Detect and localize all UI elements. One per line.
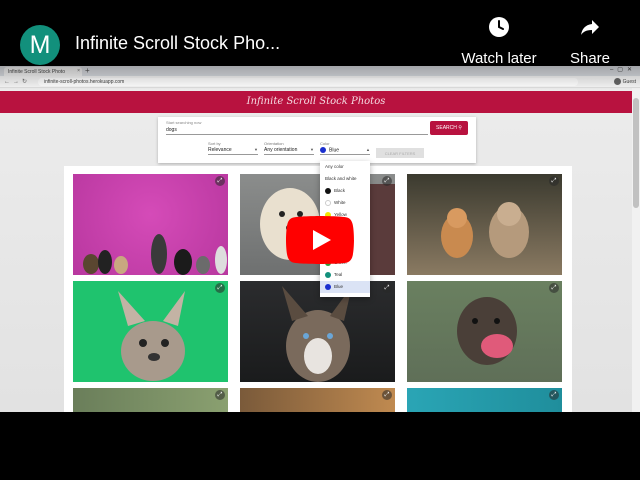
color-option[interactable]: White (320, 197, 370, 209)
expand-icon[interactable]: ⤢ (215, 390, 225, 400)
color-option-label: Blue (334, 284, 344, 290)
photo-dog-teal-sky[interactable]: ⤢ (407, 388, 562, 412)
share-button[interactable]: Share (563, 15, 617, 67)
expand-icon[interactable]: ⤢ (549, 176, 559, 186)
color-option-label: Black (334, 188, 346, 194)
new-tab-icon[interactable]: + (85, 66, 90, 75)
search-card: Start searching now SEARCH ⚲ Sort by Rel… (158, 117, 476, 163)
photo-husky[interactable]: ⤢ (240, 281, 395, 382)
color-swatch-icon (325, 272, 331, 278)
profile-avatar-icon (613, 78, 621, 85)
video-title[interactable]: Infinite Scroll Stock Pho... (75, 33, 280, 54)
browser-tab[interactable]: Infinite Scroll Stock Photo × (4, 67, 82, 76)
photo-dog-outdoors[interactable]: ⤢ (73, 388, 228, 412)
photo-dogs-on-pink[interactable]: ⤢ (73, 174, 228, 275)
site-title: Infinite Scroll Stock Photos (246, 96, 386, 107)
chevron-up-icon: ▲ (366, 147, 370, 152)
scroll-thumb[interactable] (633, 98, 639, 208)
watch-later-button[interactable]: Watch later (455, 15, 543, 67)
color-value: Blue (329, 147, 340, 154)
photo-dog-sunlit[interactable]: ⤢ (240, 388, 395, 412)
expand-icon[interactable]: ⤢ (215, 176, 225, 186)
dog-illustration (457, 297, 517, 365)
sort-select[interactable]: Sort by Relevance ▼ (208, 141, 258, 155)
dogs-illustration (441, 202, 529, 258)
color-select[interactable]: Color Blue ▲ (320, 141, 370, 156)
sort-value: Relevance (208, 147, 232, 153)
color-swatch-icon (325, 200, 331, 206)
channel-avatar[interactable]: M (20, 25, 60, 65)
dogs-illustration (83, 234, 227, 275)
search-button-label: SEARCH (436, 125, 457, 131)
color-option[interactable]: Black (320, 185, 370, 197)
url-text: infinite-scroll-photos.herokuapp.com (44, 79, 125, 85)
browser-tab-strip: Infinite Scroll Stock Photo × + –▢✕ (0, 66, 640, 76)
browser-nav-icons[interactable]: ←→↻ (4, 78, 30, 85)
page-scrollbar[interactable] (632, 88, 640, 412)
orientation-value: Any orientation (264, 147, 298, 153)
color-swatch-icon (320, 147, 326, 153)
window-controls-icon[interactable]: –▢✕ (610, 66, 636, 73)
profile-button[interactable]: Guest (613, 78, 636, 85)
search-button[interactable]: SEARCH ⚲ (430, 121, 468, 135)
photo-french-bulldog[interactable]: ⤢ (73, 281, 228, 382)
color-option-label: Black and white (325, 176, 357, 181)
photo-labrador[interactable]: ⤢ (407, 281, 562, 382)
clock-icon (489, 17, 509, 37)
photo-corgi-and-terrier[interactable]: ⤢ (407, 174, 562, 275)
watch-later-label: Watch later (461, 50, 537, 67)
color-option[interactable]: Black and white (320, 173, 370, 185)
expand-icon[interactable]: ⤢ (382, 283, 392, 293)
photo-grid: ⤢ ⤢ ⤢ ⤢ ⤢ ⤢ ⤢ ⤢ ⤢ (64, 166, 572, 412)
dog-illustration (282, 286, 352, 382)
chevron-down-icon: ▼ (254, 147, 258, 152)
chevron-down-icon: ▼ (310, 147, 314, 152)
color-option-label: Any color (325, 164, 344, 169)
search-input[interactable] (166, 125, 428, 135)
dog-illustration (118, 291, 185, 381)
color-option[interactable]: Blue (320, 281, 370, 293)
color-option-label: White (334, 200, 346, 206)
expand-icon[interactable]: ⤢ (215, 283, 225, 293)
color-swatch-icon (325, 284, 331, 290)
share-label: Share (569, 50, 611, 67)
expand-icon[interactable]: ⤢ (382, 176, 392, 186)
tab-close-icon[interactable]: × (77, 68, 80, 74)
profile-label: Guest (622, 78, 636, 85)
color-option-label: Teal (334, 272, 343, 278)
share-arrow-icon (581, 20, 599, 35)
color-swatch-icon (325, 188, 331, 194)
orientation-select[interactable]: Orientation Any orientation ▼ (264, 141, 314, 155)
clear-filters-button[interactable]: CLEAR FILTERS (376, 148, 424, 158)
expand-icon[interactable]: ⤢ (549, 390, 559, 400)
expand-icon[interactable]: ⤢ (549, 283, 559, 293)
color-option[interactable]: Any color (320, 161, 370, 173)
expand-icon[interactable]: ⤢ (382, 390, 392, 400)
site-header: Infinite Scroll Stock Photos (0, 91, 632, 113)
search-icon: ⚲ (458, 125, 462, 131)
play-button[interactable] (286, 216, 354, 264)
video-player[interactable]: Infinite Scroll Stock Photo × + –▢✕ ←→↻ … (0, 0, 640, 480)
tab-title: Infinite Scroll Stock Photo (8, 69, 65, 75)
browser-toolbar: ←→↻ infinite-scroll-photos.herokuapp.com… (0, 76, 640, 88)
url-bar[interactable]: infinite-scroll-photos.herokuapp.com (38, 78, 578, 86)
color-option[interactable]: Teal (320, 269, 370, 281)
